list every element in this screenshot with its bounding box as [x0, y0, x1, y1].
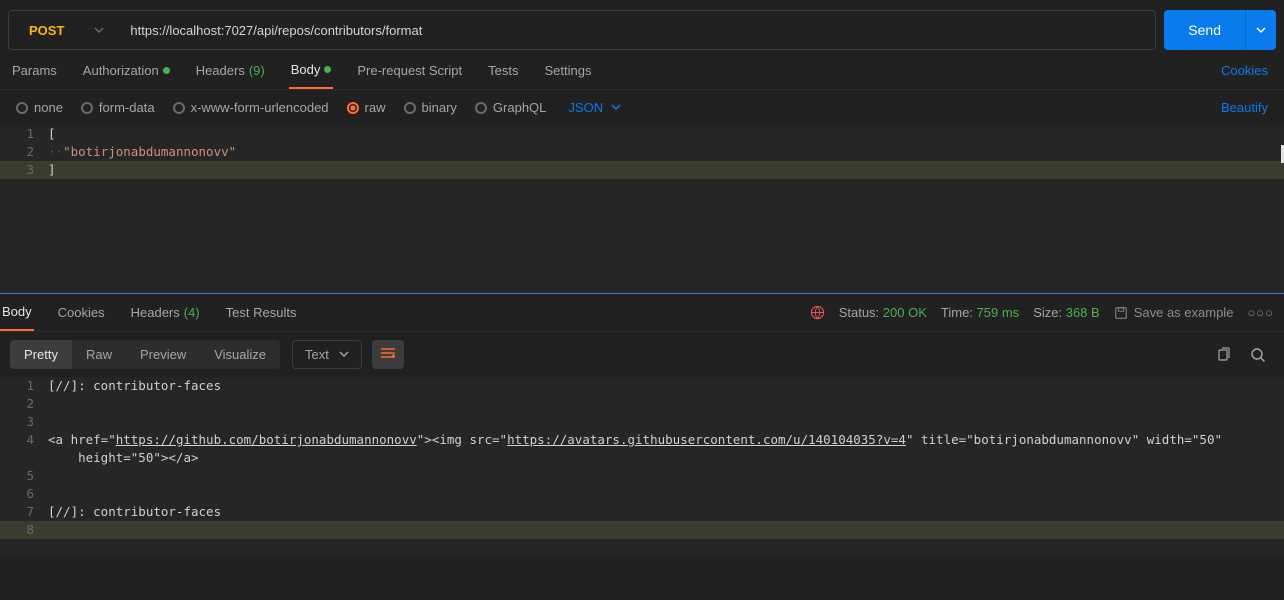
save-icon [1114, 306, 1128, 320]
response-body-editor[interactable]: 1[//]: contributor-faces 2 3 4<a href="h… [0, 377, 1284, 557]
cookies-link[interactable]: Cookies [1221, 63, 1274, 88]
line-number: 8 [0, 521, 48, 539]
method-label: POST [29, 23, 64, 38]
code-line: [ [48, 125, 56, 143]
response-toolbar: Pretty Raw Preview Visualize Text [0, 332, 1284, 377]
code-line: ] [48, 161, 56, 179]
resp-tab-headers[interactable]: Headers (4) [129, 305, 202, 330]
code-line: <a href="https://github.com/botirjonabdu… [48, 431, 1230, 449]
seg-preview[interactable]: Preview [126, 340, 200, 369]
line-number: 2 [0, 395, 48, 413]
line-number: 7 [0, 503, 48, 521]
radio-raw[interactable]: raw [347, 100, 386, 115]
tab-tests[interactable]: Tests [486, 63, 520, 88]
status-dot-icon [163, 67, 170, 74]
radio-label: x-www-form-urlencoded [191, 100, 329, 115]
tab-label: Headers [196, 63, 245, 78]
request-bar: POST Send [0, 10, 1284, 50]
resp-tab-testresults[interactable]: Test Results [224, 305, 299, 330]
tab-label: Body [291, 62, 321, 77]
line-number: 1 [0, 377, 48, 395]
radio-graphql[interactable]: GraphQL [475, 100, 546, 115]
format-label: Text [305, 347, 329, 362]
copy-icon[interactable] [1216, 347, 1232, 363]
seg-raw[interactable]: Raw [72, 340, 126, 369]
headers-count: (4) [184, 305, 200, 320]
seg-visualize[interactable]: Visualize [200, 340, 280, 369]
code-line: height="50"></a> [48, 449, 199, 467]
headers-count: (9) [249, 63, 265, 78]
radio-xwww[interactable]: x-www-form-urlencoded [173, 100, 329, 115]
radio-formdata[interactable]: form-data [81, 100, 155, 115]
url-input[interactable] [118, 11, 1155, 49]
seg-pretty[interactable]: Pretty [10, 340, 72, 369]
send-group: Send [1164, 10, 1276, 50]
send-dropdown-button[interactable] [1245, 10, 1276, 50]
chevron-down-icon [611, 100, 621, 115]
request-tabs: Params Authorization Headers (9) Body Pr… [0, 50, 1284, 90]
radio-label: binary [422, 100, 457, 115]
wrap-lines-button[interactable] [372, 340, 404, 369]
chevron-down-icon [339, 347, 349, 362]
radio-icon [173, 102, 185, 114]
view-mode-segment: Pretty Raw Preview Visualize [10, 340, 280, 369]
tab-headers[interactable]: Headers (9) [194, 63, 267, 88]
radio-label: none [34, 100, 63, 115]
request-body-editor[interactable]: 1[ 2··"botirjonabdumannonovv" 3] [0, 125, 1284, 293]
body-format-select[interactable]: JSON [568, 100, 621, 115]
response-tabs: Body Cookies Headers (4) Test Results St… [0, 294, 1284, 332]
more-icon[interactable]: ○○○ [1247, 305, 1274, 320]
line-number: 1 [0, 125, 48, 143]
method-url-group: POST [8, 10, 1156, 50]
globe-icon[interactable] [810, 305, 825, 320]
beautify-button[interactable]: Beautify [1221, 100, 1268, 115]
code-line: [//]: contributor-faces [48, 377, 221, 395]
body-type-row: none form-data x-www-form-urlencoded raw… [0, 90, 1284, 125]
line-number: 2 [0, 143, 48, 161]
tab-label: Authorization [83, 63, 159, 78]
line-number: 3 [0, 161, 48, 179]
line-number [0, 449, 48, 467]
code-line: ··"botirjonabdumannonovv" [48, 143, 236, 161]
radio-none[interactable]: none [16, 100, 63, 115]
method-select[interactable]: POST [9, 11, 118, 49]
size-group[interactable]: Size: 368 B [1033, 305, 1100, 320]
tab-label: Headers [131, 305, 180, 320]
code-line: [//]: contributor-faces [48, 503, 221, 521]
send-button[interactable]: Send [1164, 10, 1245, 50]
chevron-down-icon [94, 23, 104, 38]
radio-icon [16, 102, 28, 114]
search-icon[interactable] [1250, 347, 1266, 363]
save-label: Save as example [1134, 305, 1234, 320]
status-group[interactable]: Status: 200 OK [839, 305, 927, 320]
save-as-example-button[interactable]: Save as example [1114, 305, 1234, 320]
format-label: JSON [568, 100, 603, 115]
line-number: 3 [0, 413, 48, 431]
status-dot-icon [324, 66, 331, 73]
radio-icon [81, 102, 93, 114]
tab-authorization[interactable]: Authorization [81, 63, 172, 88]
resp-tab-body[interactable]: Body [0, 304, 34, 331]
line-number: 6 [0, 485, 48, 503]
radio-icon [347, 102, 359, 114]
radio-icon [475, 102, 487, 114]
response-format-select[interactable]: Text [292, 340, 362, 369]
tab-params[interactable]: Params [10, 63, 59, 88]
time-group[interactable]: Time: 759 ms [941, 305, 1019, 320]
tab-prerequest[interactable]: Pre-request Script [355, 63, 464, 88]
radio-label: form-data [99, 100, 155, 115]
line-number: 5 [0, 467, 48, 485]
toolbar-right [1216, 347, 1274, 363]
radio-binary[interactable]: binary [404, 100, 457, 115]
resp-tab-cookies[interactable]: Cookies [56, 305, 107, 330]
tab-body[interactable]: Body [289, 62, 334, 89]
radio-label: raw [365, 100, 386, 115]
tab-settings[interactable]: Settings [542, 63, 593, 88]
radio-label: GraphQL [493, 100, 546, 115]
radio-icon [404, 102, 416, 114]
response-status-bar: Status: 200 OK Time: 759 ms Size: 368 B … [810, 305, 1274, 330]
line-number: 4 [0, 431, 48, 449]
